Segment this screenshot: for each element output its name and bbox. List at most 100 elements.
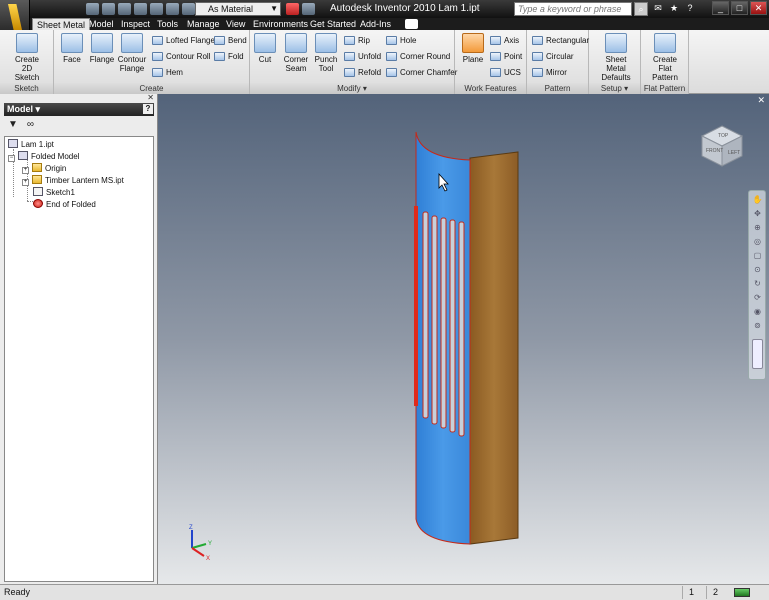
- cut-icon: [254, 33, 276, 53]
- panel-label-setup[interactable]: Setup ▾: [589, 83, 640, 94]
- tab-tools[interactable]: Tools: [153, 18, 182, 30]
- return-icon[interactable]: [182, 3, 195, 15]
- maximize-button[interactable]: □: [731, 1, 748, 15]
- lofted-flange-button[interactable]: Lofted Flange: [152, 34, 215, 47]
- rectangular-pattern-button[interactable]: Rectangular: [532, 34, 589, 47]
- chevron-down-icon: ▾: [624, 84, 629, 93]
- axis-button[interactable]: Axis: [490, 34, 519, 47]
- tree-item-part[interactable]: Lam 1.ipt: [8, 139, 54, 151]
- corner-round-button[interactable]: Corner Round: [386, 50, 450, 63]
- corner-chamfer-button[interactable]: Corner Chamfer: [386, 66, 457, 79]
- circular-pattern-button[interactable]: Circular: [532, 50, 574, 63]
- flat-pattern-icon: [654, 33, 676, 53]
- tree-item-sketch1[interactable]: Sketch1: [33, 187, 75, 199]
- mirror-button[interactable]: Mirror: [532, 66, 567, 79]
- close-button[interactable]: ✕: [750, 1, 767, 15]
- folder-icon: [32, 163, 42, 172]
- bend-button[interactable]: Bend: [214, 34, 247, 47]
- help-icon[interactable]: ?: [684, 2, 696, 14]
- plane-icon: [462, 33, 484, 53]
- ucs-label: UCS: [504, 68, 521, 77]
- slot[interactable]: [458, 221, 465, 437]
- tab-add-ins[interactable]: Add-Ins: [356, 18, 395, 30]
- tab-sheet-metal[interactable]: Sheet Metal: [32, 18, 91, 30]
- browser-close-icon[interactable]: ✕: [4, 94, 154, 102]
- hole-button[interactable]: Hole: [386, 34, 416, 47]
- minimize-button[interactable]: _: [712, 1, 729, 15]
- refold-label: Refold: [358, 68, 382, 77]
- model-browser: ✕ Model ▾ ? ▼ ∞ Lam 1.ipt − Folded Model …: [0, 94, 158, 584]
- corner-seam-icon: [285, 33, 307, 53]
- hem-button[interactable]: Hem: [152, 66, 183, 79]
- subscription-icon[interactable]: ✉: [652, 2, 664, 14]
- part-model[interactable]: [158, 94, 769, 584]
- tab-model[interactable]: Model: [85, 18, 118, 30]
- tree-item-end-of-folded[interactable]: End of Folded: [33, 199, 96, 211]
- point-button[interactable]: Point: [490, 50, 522, 63]
- expand-icon[interactable]: +: [22, 167, 29, 174]
- tab-view[interactable]: View: [222, 18, 249, 30]
- punch-tool-label: Punch Tool: [314, 55, 338, 73]
- tree-item-label: Sketch1: [46, 188, 75, 197]
- rectangular-pattern-icon: [532, 36, 543, 45]
- slot[interactable]: [440, 217, 447, 429]
- status-text: Ready: [4, 587, 31, 597]
- tree-item-origin[interactable]: + Origin: [22, 163, 66, 175]
- fold-button[interactable]: Fold: [214, 50, 244, 63]
- slot[interactable]: [431, 215, 438, 425]
- undo-icon[interactable]: [134, 3, 147, 15]
- ucs-button[interactable]: UCS: [490, 66, 521, 79]
- contour-roll-label: Contour Roll: [166, 52, 211, 61]
- slot[interactable]: [449, 219, 456, 433]
- binoculars-icon[interactable]: ⌕: [634, 2, 648, 16]
- tree-item-folded-model[interactable]: − Folded Model: [8, 151, 79, 163]
- create-flat-pattern-button[interactable]: Create Flat Pattern: [647, 33, 683, 82]
- select-icon[interactable]: [166, 3, 179, 15]
- communication-icon[interactable]: ★: [668, 2, 680, 14]
- corner-round-icon: [386, 52, 397, 61]
- rip-button[interactable]: Rip: [344, 34, 370, 47]
- help-icon[interactable]: ?: [143, 104, 153, 114]
- tab-inspect[interactable]: Inspect: [117, 18, 154, 30]
- contour-flange-button[interactable]: Contour Flange: [114, 33, 150, 73]
- plane-button[interactable]: Plane: [455, 33, 491, 64]
- tab-get-started[interactable]: Get Started: [306, 18, 360, 30]
- panel-label-modify[interactable]: Modify ▾: [250, 83, 454, 94]
- parameters-icon[interactable]: [302, 3, 315, 15]
- collapse-icon[interactable]: −: [8, 155, 15, 162]
- new-icon[interactable]: [86, 3, 99, 15]
- part-icon: [8, 139, 18, 148]
- wood-face[interactable]: [469, 151, 519, 545]
- hole-label: Hole: [400, 36, 417, 45]
- contour-roll-button[interactable]: Contour Roll: [152, 50, 210, 63]
- window-controls: _ □ ✕: [712, 1, 767, 15]
- tree-item-derived-part[interactable]: + Timber Lantern MS.ipt: [22, 175, 124, 187]
- ribbon-minimize-icon[interactable]: [405, 19, 418, 29]
- punch-tool-button[interactable]: Punch Tool: [308, 33, 344, 73]
- memory-meter: [734, 588, 750, 597]
- tab-manage[interactable]: Manage: [183, 18, 224, 30]
- browser-title[interactable]: Model ▾ ?: [4, 103, 154, 116]
- save-icon[interactable]: [118, 3, 131, 15]
- contour-flange-label: Contour Flange: [117, 55, 147, 73]
- material-select[interactable]: As Material ▼: [195, 2, 281, 16]
- tree-item-label: Origin: [45, 164, 67, 173]
- sheet-metal-defaults-button[interactable]: Sheet Metal Defaults: [597, 33, 635, 82]
- tab-environments[interactable]: Environments: [249, 18, 312, 30]
- slot[interactable]: [422, 211, 429, 419]
- fold-icon: [214, 52, 225, 61]
- binoculars-icon[interactable]: ∞: [27, 119, 34, 130]
- graphics-viewport[interactable]: ✕ FRONT LEFT TOP ✋ ✥ ⊕ ◎ ▢ ⊙ ↻ ⟳ ◉ ⊚ Z Y…: [158, 94, 769, 584]
- panel-work-features: Plane Axis Point UCS Work Features: [455, 30, 527, 94]
- circular-pattern-label: Circular: [546, 52, 574, 61]
- search-input[interactable]: Type a keyword or phrase: [514, 2, 632, 16]
- expand-icon[interactable]: +: [22, 179, 29, 186]
- color-override-icon[interactable]: [286, 3, 299, 15]
- open-icon[interactable]: [102, 3, 115, 15]
- create-2d-sketch-button[interactable]: Create 2D Sketch: [9, 33, 45, 82]
- unfold-button[interactable]: Unfold: [344, 50, 381, 63]
- redo-icon[interactable]: [150, 3, 163, 15]
- tree-item-label: End of Folded: [46, 200, 96, 209]
- refold-button[interactable]: Refold: [344, 66, 381, 79]
- filter-icon[interactable]: ▼: [8, 119, 18, 130]
